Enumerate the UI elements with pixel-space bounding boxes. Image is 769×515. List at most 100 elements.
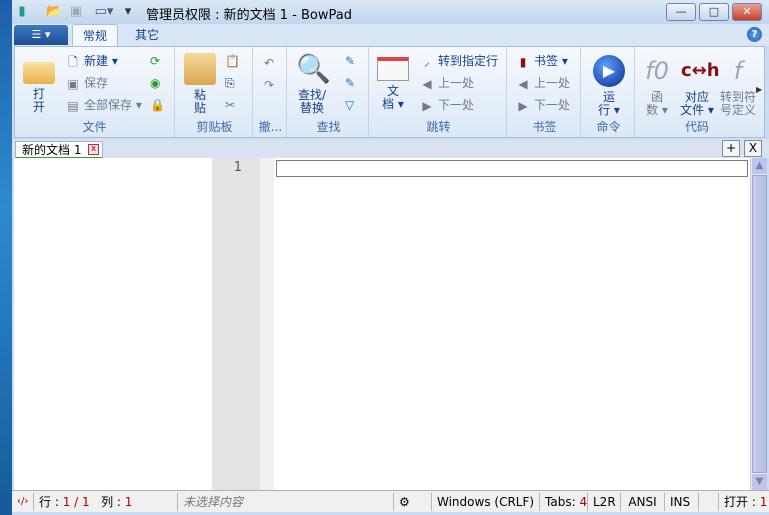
group-file: 打 开 🗋 新建 ▾ ▣ 保存 ▤ 全部保存 ▾ ⟳ ◉ 🔒 文件 <box>15 47 175 137</box>
status-plugin-icon[interactable]: ⚙ <box>394 493 432 511</box>
group-label-code: 代码 <box>684 120 709 134</box>
save-all-button[interactable]: ▤ 全部保存 ▾ <box>65 97 142 114</box>
status-encoding[interactable]: ANSI <box>621 493 665 511</box>
tab-other[interactable]: 其它 <box>124 24 170 47</box>
copy-icon[interactable]: ⎘ <box>225 75 235 91</box>
redo-icon[interactable]: ↷ <box>264 77 274 93</box>
save-button[interactable]: ▣ 保存 <box>65 75 108 92</box>
find-prev-icon[interactable]: ✎ <box>345 75 355 91</box>
save-as-icon[interactable]: ◉ <box>150 75 160 91</box>
status-selection: 未选择内容 <box>178 493 394 511</box>
goto-line-icon: ⸝ <box>423 54 430 69</box>
jump-prev-button[interactable]: ◀ 上一处 <box>419 75 474 92</box>
bookmark-prev-button[interactable]: ◀ 上一处 <box>515 75 570 92</box>
goto-definition-icon: f <box>733 57 743 85</box>
new-tab-button[interactable]: + <box>722 140 740 157</box>
tab-close-icon[interactable]: x <box>88 144 99 155</box>
find-replace-button[interactable]: 🔍 查找/ 替换 <box>291 53 333 115</box>
bowpad-window: ▮ 📂 ▣ ▭▾ ▾ 管理员权限 : 新的文档 1 - BowPad — □ ✕… <box>12 0 769 515</box>
function-icon: f0 <box>645 57 669 85</box>
vertical-scrollbar[interactable]: ▲ ▼ <box>750 158 767 490</box>
new-button[interactable]: 🗋 新建 ▾ <box>65 53 118 70</box>
paste-button[interactable]: 粘 贴 <box>183 53 217 115</box>
document-tab-bar <box>12 139 769 158</box>
desktop-background <box>0 0 12 515</box>
quick-find-input[interactable] <box>276 160 748 177</box>
header-source-switch-icon: c↔h <box>681 60 720 81</box>
open-button[interactable]: 打 开 <box>21 57 57 114</box>
group-label-undo: 撤... <box>258 120 283 134</box>
status-eol[interactable]: Windows (CRLF) <box>432 493 540 511</box>
goto-symbol-button[interactable]: f 转到符 号定义 <box>719 55 757 117</box>
ribbon-scroll-right-icon[interactable]: ▶ <box>756 85 762 94</box>
help-icon[interactable]: ? <box>747 27 762 42</box>
close-tab-button[interactable]: X <box>744 140 762 157</box>
paste-icon <box>184 53 216 85</box>
undo-icon[interactable]: ↶ <box>264 55 274 71</box>
bookmark-icon: ▮ <box>519 54 527 69</box>
cut-icon[interactable]: ✂ <box>225 97 235 113</box>
find-next-icon[interactable]: ✎ <box>345 53 355 69</box>
status-empty <box>699 493 719 511</box>
find-all-icon[interactable]: ▽ <box>345 97 354 113</box>
line-number-gutter <box>212 158 260 490</box>
quick-save-icon[interactable]: ▣ <box>68 4 84 20</box>
status-tabs[interactable]: Tabs: 4 <box>540 493 588 511</box>
group-jump: 文 档 ▾ ⸝ 转到指定行 ◀ 上一处 ▶ 下一处 跳转 <box>371 47 507 137</box>
run-button[interactable]: ▶ 运 行 ▾ <box>591 55 627 117</box>
document-list-icon <box>377 57 409 81</box>
status-insert-mode[interactable]: INS <box>665 493 699 511</box>
minimize-button[interactable]: — <box>666 3 696 21</box>
customize-quick-access-icon[interactable]: ▾ <box>120 4 136 20</box>
group-bookmark: ▮ 书签 ▾ ◀ 上一处 ▶ 下一处 书签 <box>509 47 581 137</box>
code-lexer-icon[interactable]: ‹/› <box>12 493 34 511</box>
quick-open-icon[interactable]: 📂 <box>46 4 62 20</box>
fold-margin[interactable] <box>260 158 274 490</box>
folder-open-icon <box>23 62 55 84</box>
application-menu-button[interactable]: ☰ ▾ <box>14 25 68 45</box>
corresponding-file-button[interactable]: c↔h 对应 文件 ▾ <box>677 55 720 117</box>
goto-line-button[interactable]: ⸝ 转到指定行 <box>419 53 498 70</box>
save-icon: ▣ <box>67 76 79 91</box>
group-label-jump: 跳转 <box>426 120 451 134</box>
group-code: f0 函 数 ▾ c↔h 对应 文件 ▾ f 转到符 号定义 代码 <box>637 47 757 137</box>
title-bar: ▮ 📂 ▣ ▭▾ ▾ 管理员权限 : 新的文档 1 - BowPad — □ ✕ <box>12 0 769 24</box>
group-label-find: 查找 <box>316 120 341 134</box>
scroll-up-icon[interactable]: ▲ <box>752 158 767 174</box>
group-label-clipboard: 剪贴板 <box>196 120 233 134</box>
editor[interactable]: 1 ▲ ▼ <box>14 158 767 490</box>
jump-next-button[interactable]: ▶ 下一处 <box>419 97 474 114</box>
bookmark-prev-icon: ◀ <box>518 76 528 91</box>
status-position: 行 : 1 / 1 列 : 1 <box>34 493 178 511</box>
maximize-button[interactable]: □ <box>699 3 729 21</box>
bookmark-next-button[interactable]: ▶ 下一处 <box>515 97 570 114</box>
bookmark-next-icon: ▶ <box>518 98 528 113</box>
functions-button[interactable]: f0 函 数 ▾ <box>639 55 675 117</box>
close-button[interactable]: ✕ <box>732 3 762 21</box>
document-tab-label: 新的文档 1 <box>22 143 82 157</box>
quick-window-dropdown-icon[interactable]: ▭▾ <box>92 4 116 20</box>
group-command: ▶ 运 行 ▾ 命令 <box>583 47 635 137</box>
group-label-command: 命令 <box>596 120 621 134</box>
back-arrow-icon: ◀ <box>422 76 432 91</box>
reload-icon[interactable]: ⟳ <box>150 53 160 69</box>
document-button[interactable]: 文 档 ▾ <box>375 57 411 111</box>
tab-general[interactable]: 常规 <box>72 24 118 47</box>
window-title: 管理员权限 : 新的文档 1 - BowPad <box>146 8 352 23</box>
forward-arrow-icon: ▶ <box>422 98 432 113</box>
document-tab[interactable]: 新的文档 1 x <box>15 141 103 159</box>
status-direction[interactable]: L2R <box>588 493 621 511</box>
group-undo: ↶ ↷ 撤... <box>255 47 287 137</box>
app-icon: ▮ <box>18 4 26 19</box>
scrollbar-thumb[interactable] <box>752 175 767 473</box>
line-number: 1 <box>233 160 242 175</box>
ribbon: 打 开 🗋 新建 ▾ ▣ 保存 ▤ 全部保存 ▾ ⟳ ◉ 🔒 文件 粘 贴 📋 ⎘ ✂… <box>14 46 765 138</box>
lock-icon[interactable]: 🔒 <box>150 97 165 113</box>
group-clipboard: 粘 贴 📋 ⎘ ✂ 剪贴板 <box>177 47 253 137</box>
paste-special-icon[interactable]: 📋 <box>225 53 240 69</box>
bookmarks-button[interactable]: ▮ 书签 ▾ <box>515 53 568 70</box>
scroll-down-icon[interactable]: ▼ <box>752 474 767 490</box>
magnifier-icon: 🔍 <box>296 52 331 85</box>
status-open-count: 打开 : 1 <box>724 495 768 509</box>
group-label-bookmark: 书签 <box>532 120 557 134</box>
